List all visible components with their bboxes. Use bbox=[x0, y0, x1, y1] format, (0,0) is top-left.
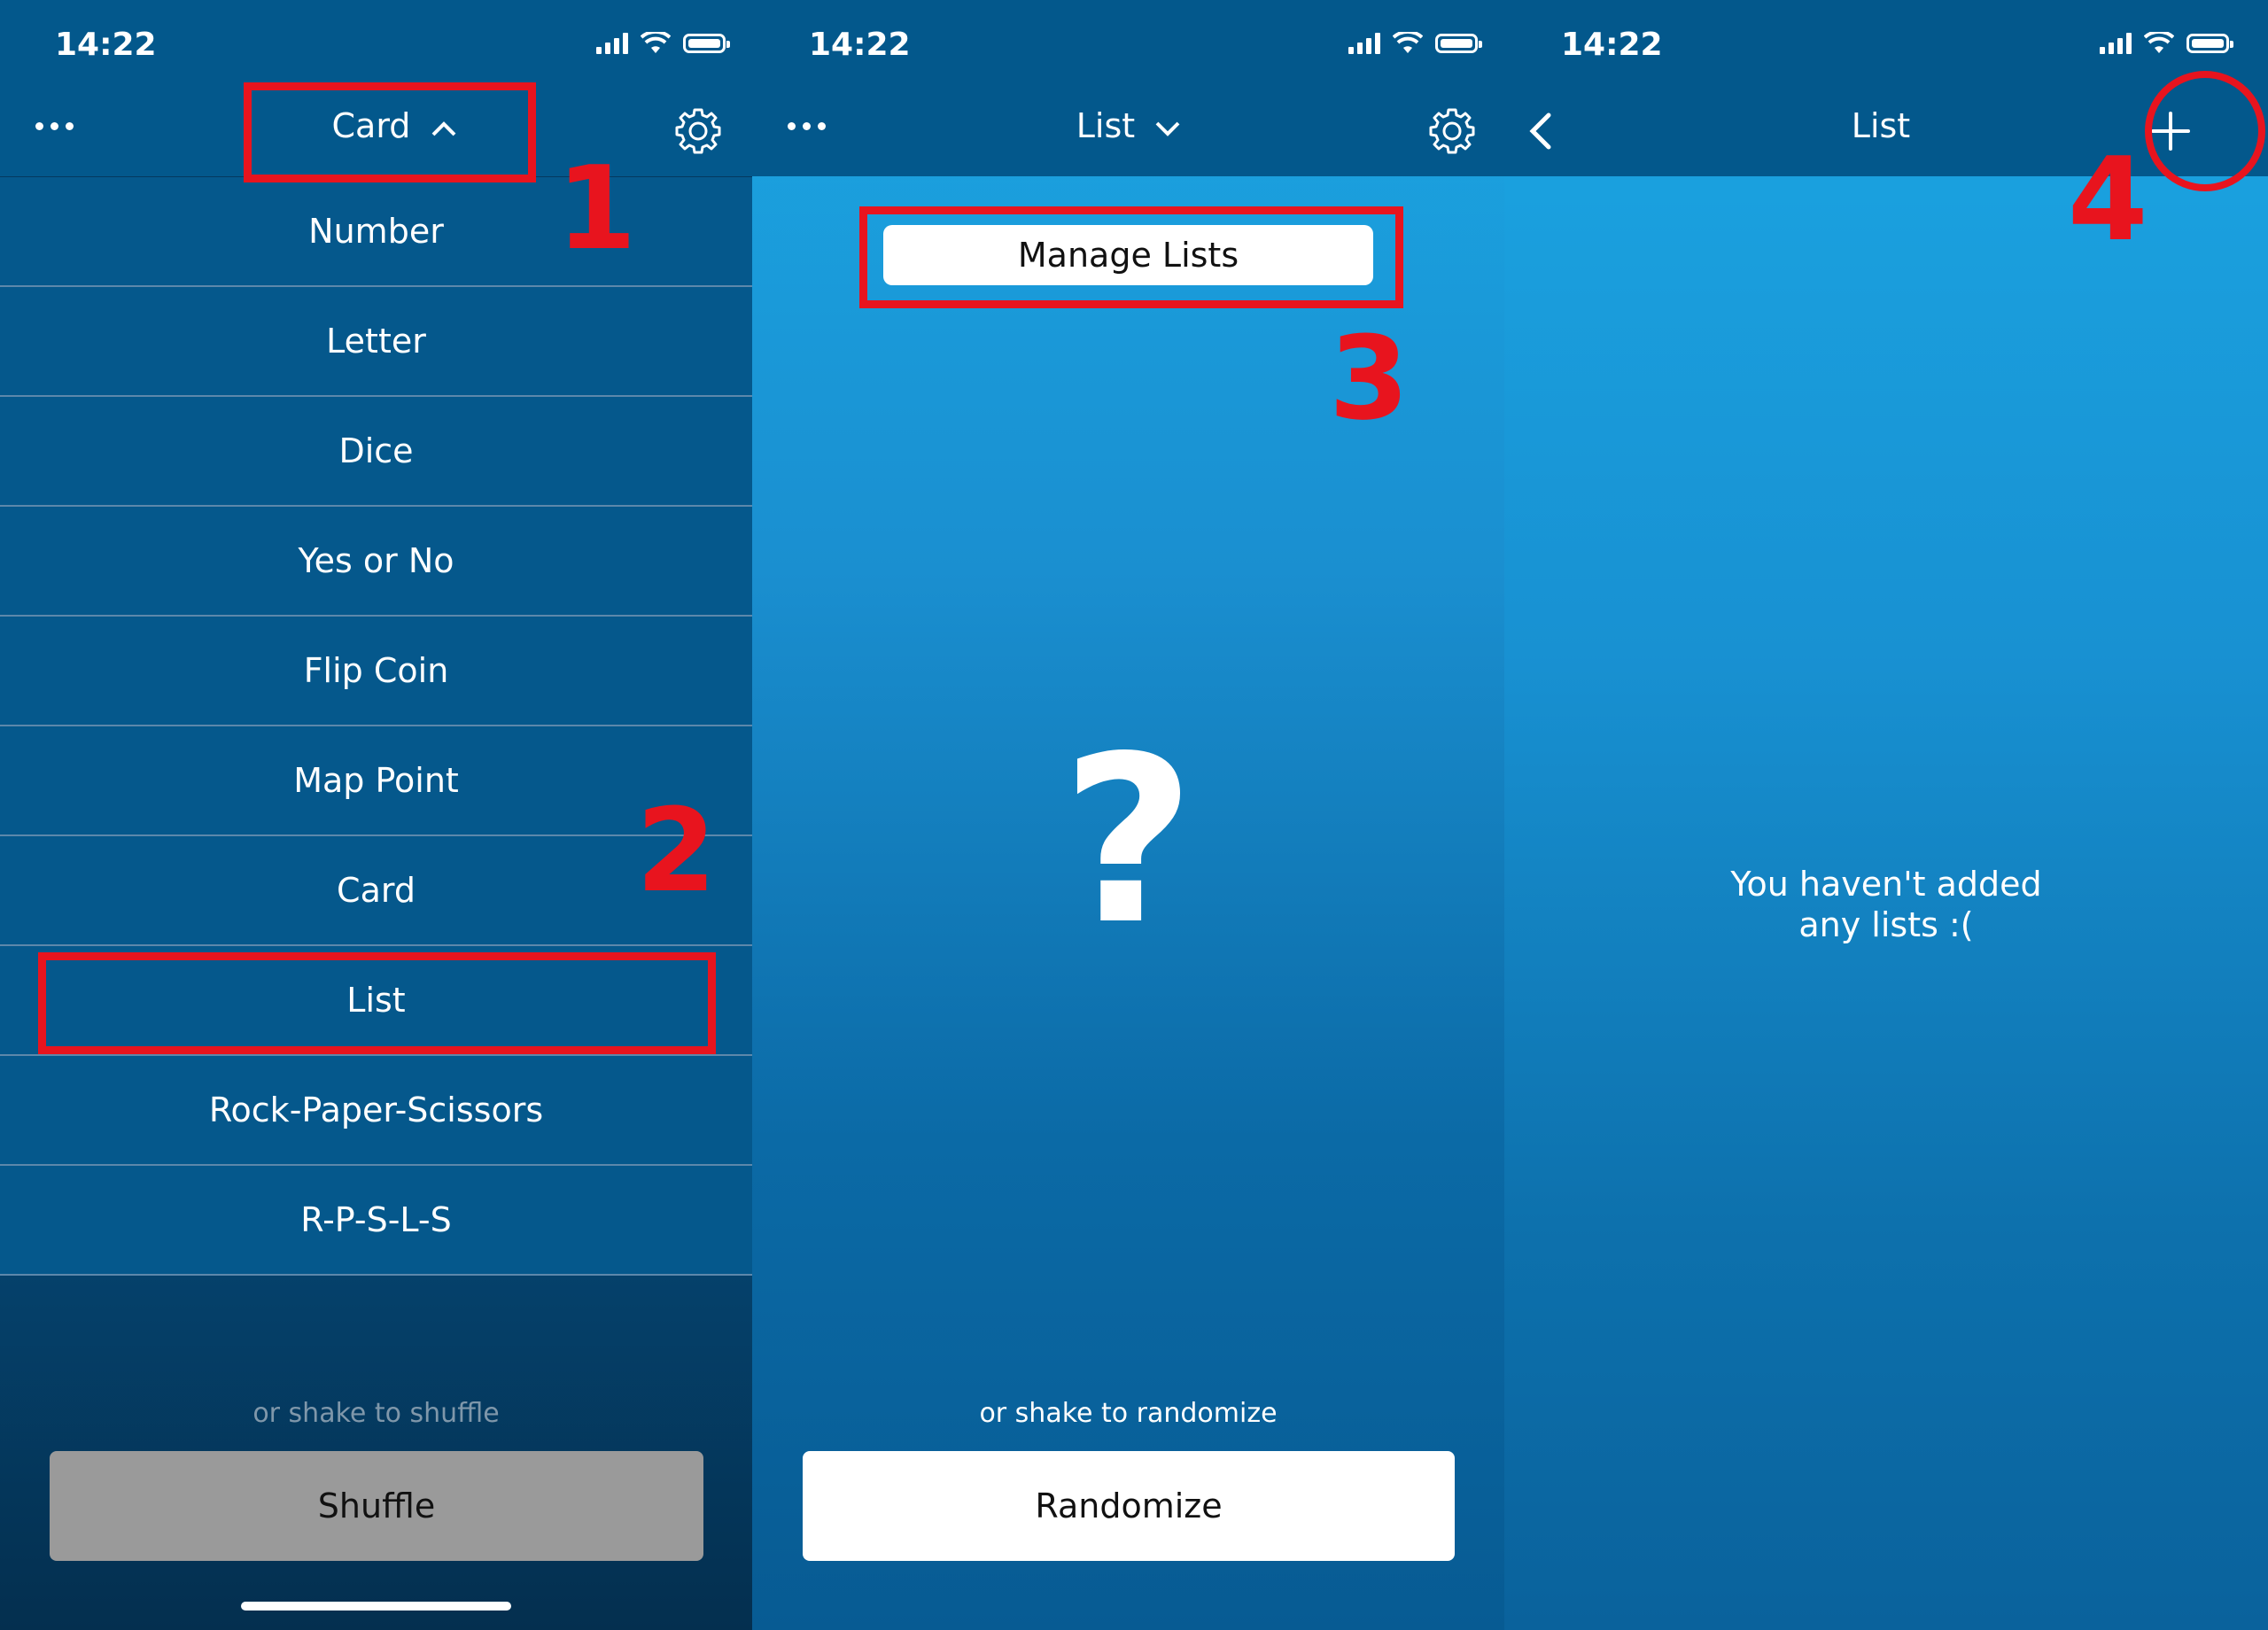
screen-manage-lists: 14:22 List You haven't added any lists :… bbox=[1504, 0, 2268, 1630]
shuffle-hint: or shake to shuffle bbox=[252, 1398, 500, 1429]
empty-state-line-1: You haven't added bbox=[1730, 865, 2042, 904]
signal-icon bbox=[1348, 33, 1380, 54]
annotation-number-3: 3 bbox=[1329, 311, 1410, 446]
status-icons bbox=[2100, 32, 2233, 55]
gear-icon[interactable] bbox=[1427, 106, 1477, 156]
menu-item-number[interactable]: Number bbox=[0, 177, 752, 287]
randomize-hint: or shake to randomize bbox=[979, 1398, 1278, 1429]
shuffle-button[interactable]: Shuffle bbox=[50, 1451, 703, 1561]
back-chevron-icon[interactable] bbox=[1524, 112, 1559, 151]
annotation-number-1: 1 bbox=[556, 141, 637, 276]
status-time: 14:22 bbox=[1561, 27, 1663, 63]
wifi-icon bbox=[641, 32, 671, 53]
status-time: 14:22 bbox=[809, 27, 911, 63]
empty-state-message: You haven't added any lists :( bbox=[1504, 864, 2268, 945]
home-indicator bbox=[241, 1602, 511, 1611]
battery-icon bbox=[2186, 34, 2233, 53]
question-mark: ? bbox=[1061, 708, 1195, 975]
status-icons bbox=[596, 32, 730, 55]
empty-state-line-2: any lists :( bbox=[1798, 905, 1974, 944]
more-icon[interactable] bbox=[788, 122, 826, 130]
wifi-icon bbox=[2144, 32, 2174, 53]
mode-selector[interactable]: List bbox=[1018, 106, 1239, 145]
annotation-circle-add bbox=[2145, 71, 2265, 191]
page-title: List bbox=[1851, 106, 1911, 145]
chevron-down-icon bbox=[1155, 121, 1180, 136]
mode-title: List bbox=[1076, 106, 1136, 145]
status-icons bbox=[1348, 32, 1482, 55]
menu-item-rock-paper-scissors[interactable]: Rock-Paper-Scissors bbox=[0, 1056, 752, 1166]
annotation-box-manage-lists bbox=[859, 206, 1403, 308]
battery-icon bbox=[1435, 34, 1482, 53]
status-time: 14:22 bbox=[55, 27, 157, 63]
annotation-box-mode-selector bbox=[244, 82, 536, 182]
menu-item-dice[interactable]: Dice bbox=[0, 397, 752, 507]
annotation-box-list-item bbox=[38, 952, 716, 1054]
menu-item-rpsls[interactable]: R-P-S-L-S bbox=[0, 1166, 752, 1276]
wifi-icon bbox=[1393, 32, 1423, 53]
more-icon[interactable] bbox=[35, 122, 74, 130]
menu-item-letter[interactable]: Letter bbox=[0, 287, 752, 397]
menu-item-yes-or-no[interactable]: Yes or No bbox=[0, 507, 752, 617]
signal-icon bbox=[596, 33, 628, 54]
randomize-button[interactable]: Randomize bbox=[803, 1451, 1455, 1561]
battery-icon bbox=[683, 34, 730, 53]
menu-item-flip-coin[interactable]: Flip Coin bbox=[0, 617, 752, 726]
annotation-number-2: 2 bbox=[636, 783, 717, 918]
signal-icon bbox=[2100, 33, 2132, 54]
gear-icon[interactable] bbox=[673, 106, 723, 156]
annotation-number-4: 4 bbox=[2068, 132, 2148, 267]
